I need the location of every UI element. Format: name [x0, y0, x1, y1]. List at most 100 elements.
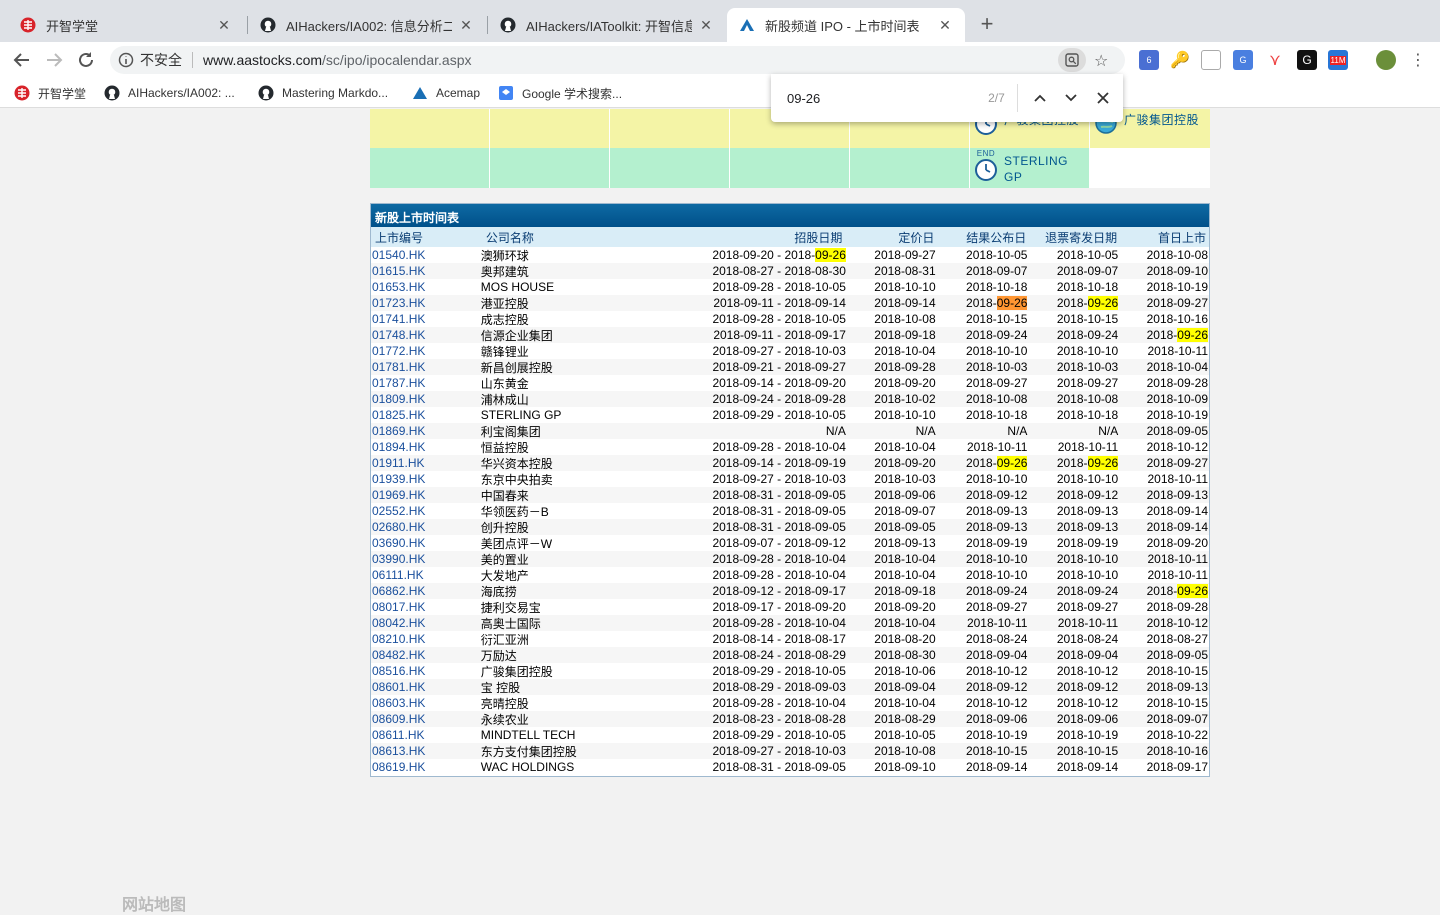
- row-result-date: 2018-08-24: [966, 632, 1028, 646]
- row-code[interactable]: 08017.HK: [371, 600, 481, 614]
- row-code[interactable]: 01809.HK: [371, 392, 481, 406]
- row-code[interactable]: 08603.HK: [371, 696, 481, 710]
- row-refund-date: 2018-10-19: [1056, 728, 1119, 742]
- row-code[interactable]: 08613.HK: [371, 744, 481, 758]
- row-code[interactable]: 01781.HK: [371, 360, 481, 374]
- calendar-event[interactable]: END STERLING GP: [974, 149, 1078, 185]
- row-subscription-period: 2018-08-23 - 2018-08-28: [712, 712, 846, 726]
- close-icon[interactable]: ✕: [698, 17, 714, 33]
- reload-button[interactable]: [74, 48, 98, 72]
- row-result-date: 2018-10-11: [966, 616, 1028, 630]
- table-row: 08609.HK 永续农业 2018-08-23 - 2018-08-28 2018-…: [371, 711, 1209, 727]
- row-code[interactable]: 06862.HK: [371, 584, 481, 598]
- find-input[interactable]: [787, 90, 966, 106]
- row-code[interactable]: 01748.HK: [371, 328, 481, 342]
- row-refund-date: 2018-10-11: [1057, 616, 1119, 630]
- row-code[interactable]: 01723.HK: [371, 296, 481, 310]
- row-code[interactable]: 01825.HK: [371, 408, 481, 422]
- calendar-day-cell: [370, 148, 490, 188]
- find-close-button[interactable]: [1091, 86, 1115, 110]
- browser-tab-ipo-calendar[interactable]: 新股频道 IPO - 上市时间表 ✕: [727, 8, 965, 42]
- forward-button[interactable]: [42, 48, 66, 72]
- row-code[interactable]: 08042.HK: [371, 616, 481, 630]
- row-pricing-date: 2018-09-14: [874, 296, 936, 310]
- row-code[interactable]: 03990.HK: [371, 552, 481, 566]
- browser-tab-iatoolkit[interactable]: AIHackers/IAToolkit: 开智信息分 ✕: [488, 8, 726, 42]
- row-refund-date: 2018-09-24: [1056, 584, 1119, 598]
- row-pricing-date: 2018-09-04: [874, 680, 936, 694]
- table-row: 08017.HK 捷利交易宝 2018-09-17 - 2018-09-20 2018…: [371, 599, 1209, 615]
- row-subscription-period: 2018-08-31 - 2018-09-05: [712, 504, 846, 518]
- row-code[interactable]: 01653.HK: [371, 280, 481, 294]
- menu-icon[interactable]: ⋮: [1408, 50, 1428, 70]
- table-row: 01809.HK 浦林成山 2018-09-24 - 2018-09-28 2018-…: [371, 391, 1209, 407]
- row-code[interactable]: 02552.HK: [371, 504, 481, 518]
- bookmark-google-scholar[interactable]: Google 学术搜索...: [498, 84, 622, 102]
- back-button[interactable]: [10, 48, 34, 72]
- row-code[interactable]: 06111.HK: [371, 568, 481, 582]
- close-icon[interactable]: ✕: [216, 17, 232, 33]
- row-code[interactable]: 01939.HK: [371, 472, 481, 486]
- arrow-extension-icon[interactable]: ⋎: [1265, 50, 1285, 70]
- reader-extension-icon[interactable]: 6: [1139, 50, 1159, 70]
- row-code[interactable]: 08516.HK: [371, 664, 481, 678]
- table-row: 08210.HK 衍汇亚洲 2018-08-14 - 2018-08-17 2018-…: [371, 631, 1209, 647]
- bookmark-markdown[interactable]: Mastering Markdo...: [258, 84, 388, 102]
- key-extension-icon[interactable]: 🔑: [1170, 50, 1190, 70]
- star-icon[interactable]: ☆: [1094, 51, 1108, 71]
- calendar-event-label: STERLING GP: [1004, 154, 1069, 184]
- info-icon[interactable]: [118, 52, 134, 68]
- new-tab-button[interactable]: +: [976, 13, 998, 35]
- row-code[interactable]: 01772.HK: [371, 344, 481, 358]
- translate-extension-icon[interactable]: G: [1233, 50, 1253, 70]
- row-refund-date: 2018-09-26: [1056, 456, 1119, 470]
- row-code[interactable]: 01969.HK: [371, 488, 481, 502]
- row-result-date: 2018-10-10: [966, 344, 1028, 358]
- row-subscription-period: 2018-09-27 - 2018-10-03: [712, 344, 846, 358]
- bookmark-ia002[interactable]: AIHackers/IA002: ...: [104, 84, 235, 102]
- row-first-day: 2018-09-26: [1146, 328, 1208, 342]
- close-icon[interactable]: ✕: [937, 17, 953, 33]
- row-code[interactable]: 08482.HK: [371, 648, 481, 662]
- mail-extension-icon[interactable]: 11M: [1328, 50, 1348, 70]
- row-code[interactable]: 01869.HK: [371, 424, 481, 438]
- row-code[interactable]: 08601.HK: [371, 680, 481, 694]
- row-result-date: 2018-09-14: [966, 760, 1028, 774]
- find-previous-button[interactable]: [1028, 86, 1052, 110]
- site-map-link[interactable]: 网站地图: [122, 891, 186, 915]
- row-code[interactable]: 01741.HK: [371, 312, 481, 326]
- address-bar[interactable]: 不安全 www.aastocks.com/sc/ipo/ipocalendar.…: [110, 46, 1125, 74]
- row-code[interactable]: 08609.HK: [371, 712, 481, 726]
- bookmark-kaizhi[interactable]: 开智学堂: [14, 84, 86, 102]
- github-extension-icon[interactable]: G: [1297, 50, 1317, 70]
- row-code[interactable]: 03690.HK: [371, 536, 481, 550]
- find-next-button[interactable]: [1059, 86, 1083, 110]
- row-pricing-date: 2018-10-05: [874, 728, 936, 742]
- row-code[interactable]: 02680.HK: [371, 520, 481, 534]
- column-header-pricing: 定价日: [898, 230, 935, 245]
- row-code[interactable]: 01894.HK: [371, 440, 481, 454]
- avatar[interactable]: [1376, 50, 1396, 70]
- find-zoom-icon[interactable]: [1058, 48, 1086, 72]
- row-code[interactable]: 08210.HK: [371, 632, 481, 646]
- row-code[interactable]: 01615.HK: [371, 264, 481, 278]
- close-icon[interactable]: ✕: [458, 17, 474, 33]
- row-subscription-period: 2018-08-14 - 2018-08-17: [712, 632, 846, 646]
- row-company-name: 衍汇亚洲: [480, 632, 529, 647]
- bookmark-label: AIHackers/IA002: ...: [128, 86, 235, 100]
- row-code[interactable]: 08619.HK: [371, 760, 481, 774]
- browser-tab-kaizhi[interactable]: 开智学堂 ✕: [8, 8, 244, 42]
- bookmark-acemap[interactable]: Acemap: [412, 84, 480, 102]
- browser-tab-ia002[interactable]: AIHackers/IA002: 信息分析二期 ✕: [248, 8, 486, 42]
- row-code[interactable]: 01540.HK: [371, 248, 481, 262]
- row-code[interactable]: 01911.HK: [371, 456, 481, 470]
- row-code[interactable]: 08611.HK: [371, 728, 481, 742]
- row-pricing-date: 2018-10-03: [874, 472, 936, 486]
- document-extension-icon[interactable]: [1201, 50, 1221, 70]
- column-header-subscription: 招股日期: [794, 230, 843, 245]
- aastocks-icon: [739, 17, 755, 33]
- table-row: 08482.HK 万励达 2018-08-24 - 2018-08-29 2018-0…: [371, 647, 1209, 663]
- row-first-day: 2018-10-16: [1146, 312, 1208, 326]
- row-code[interactable]: 01787.HK: [371, 376, 481, 390]
- table-row: 01939.HK 东京中央拍卖 2018-09-27 - 2018-10-03 201…: [371, 471, 1209, 487]
